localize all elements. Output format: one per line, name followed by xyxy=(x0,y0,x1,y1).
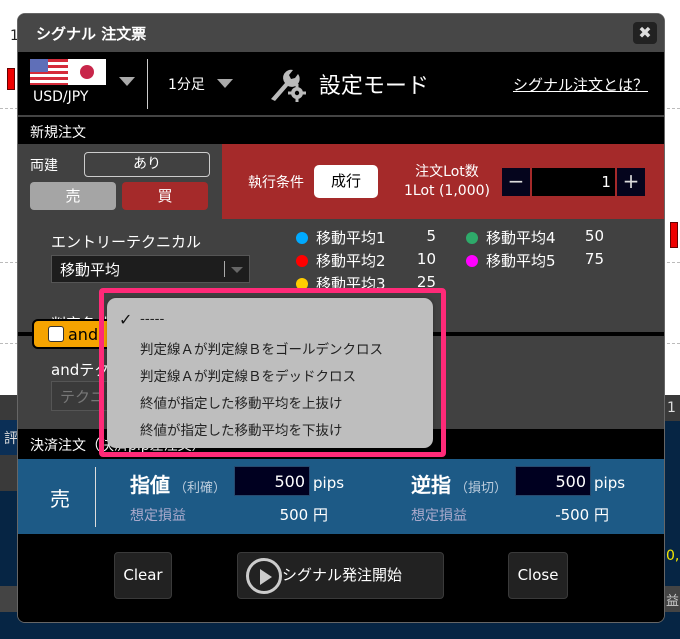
limit-pips-input[interactable]: 500 xyxy=(234,466,310,496)
lot-label: 注文Lot数 1Lot (1,000) xyxy=(404,163,490,201)
currency-pair-label: USD/JPY xyxy=(33,89,89,105)
dropdown-option[interactable]: 判定線Ａが判定線Ｂをデッドクロス xyxy=(140,365,356,385)
select-divider xyxy=(224,261,225,277)
start-signal-label: シグナル発注開始 xyxy=(282,566,403,584)
ma-period: 10 xyxy=(416,250,436,268)
dialog-titlebar[interactable]: シグナル 注文票 ✖ xyxy=(18,14,664,52)
lot-label-unit: 1Lot (1,000) xyxy=(404,182,490,199)
background-number: 1 xyxy=(664,395,680,421)
new-order-panel: 両建 あり 売 買 執行条件 成行 注文Lot数 1Lot (1,000) − … xyxy=(18,144,664,219)
and-label: and xyxy=(68,324,99,344)
background-candle xyxy=(670,222,678,248)
ma-name: 移動平均5 xyxy=(486,252,556,270)
limit-pl-value: 500 円 xyxy=(279,506,328,524)
lot-stepper: − 1 + xyxy=(501,167,645,196)
ma2-color-dot-icon xyxy=(296,254,308,267)
start-signal-button[interactable]: シグナル発注開始 xyxy=(237,552,444,599)
buy-button[interactable]: 買 xyxy=(122,182,208,210)
background-label: 益 xyxy=(664,586,680,612)
background-candle xyxy=(7,68,15,90)
us-flag-icon xyxy=(30,59,68,85)
ma-legend-item: 移動平均4 xyxy=(466,227,556,248)
limit-pl-label: 想定損益 xyxy=(130,508,186,524)
settlement-panel: 売 指値 （利確） 500 pips 想定損益 500 円 逆指 （損切） 500 … xyxy=(18,459,664,534)
background-value: 0, xyxy=(666,548,680,564)
clear-button[interactable]: Clear xyxy=(114,552,172,599)
ma-name: 移動平均4 xyxy=(486,229,556,247)
order-settings-block: 執行条件 成行 注文Lot数 1Lot (1,000) − 1 + xyxy=(222,144,664,219)
ma4-color-dot-icon xyxy=(466,231,478,244)
stop-subtitle: （損切） xyxy=(455,481,508,496)
dialog-title: シグナル 注文票 xyxy=(36,24,147,43)
lot-input[interactable]: 1 xyxy=(531,167,615,196)
ma-period: 50 xyxy=(584,227,604,245)
condition-dropdown-menu: ✓ ----- 判定線Ａが判定線Ｂをゴールデンクロス 判定線Ａが判定線Ｂをデッド… xyxy=(107,298,433,448)
entry-technical-select[interactable]: 移動平均 xyxy=(51,255,250,283)
hedging-toggle[interactable]: あり xyxy=(84,152,210,177)
lot-decrement-button[interactable]: − xyxy=(501,167,530,196)
wrench-gear-icon xyxy=(270,69,306,102)
signal-order-help-link[interactable]: シグナル注文とは？ xyxy=(513,74,648,95)
lot-increment-button[interactable]: + xyxy=(616,167,645,196)
stop-pips-input[interactable]: 500 xyxy=(515,466,591,496)
settings-mode-label: 設定モード xyxy=(318,73,429,99)
ma-name: 移動平均1 xyxy=(316,229,386,247)
limit-subtitle: （利確） xyxy=(174,481,227,496)
sell-button[interactable]: 売 xyxy=(30,182,116,210)
ma-period: 5 xyxy=(426,227,436,245)
close-icon[interactable]: ✖ xyxy=(633,22,657,44)
settings-mode: 設定モード xyxy=(267,66,429,102)
limit-title-text: 指値 xyxy=(130,473,170,497)
ma1-color-dot-icon xyxy=(296,231,308,244)
stop-pl-label: 想定損益 xyxy=(411,508,467,524)
toolbar: USD/JPY 1分足 設定モード シグナル注文とは？ xyxy=(18,52,664,117)
chevron-down-icon xyxy=(231,267,243,273)
play-icon xyxy=(246,558,282,594)
chevron-down-icon xyxy=(216,79,233,88)
currency-pair-selector[interactable]: USD/JPY xyxy=(18,51,135,116)
dropdown-option[interactable]: 終値が指定した移動平均を上抜け xyxy=(140,392,343,412)
toolbar-divider xyxy=(147,58,148,109)
dropdown-option[interactable]: 終値が指定した移動平均を下抜け xyxy=(140,419,343,439)
hedging-label: 両建 xyxy=(30,157,58,174)
dropdown-option[interactable]: 判定線Ａが判定線Ｂをゴールデンクロス xyxy=(140,338,383,358)
limit-title: 指値 （利確） xyxy=(130,469,226,498)
execution-condition-label: 執行条件 xyxy=(248,174,304,191)
entry-technical-label: エントリーテクニカル xyxy=(51,233,202,251)
ma-period: 75 xyxy=(584,250,604,268)
stop-title: 逆指 （損切） xyxy=(411,469,507,498)
settlement-divider xyxy=(95,467,96,527)
entry-technical-value: 移動平均 xyxy=(60,261,121,279)
close-button[interactable]: Close xyxy=(508,552,568,599)
ma5-color-dot-icon xyxy=(466,254,478,267)
execution-condition-button[interactable]: 成行 xyxy=(314,165,378,198)
timeframe-label: 1分足 xyxy=(168,76,205,93)
dropdown-option[interactable]: ----- xyxy=(140,311,164,327)
ma-legend-item: 移動平均2 xyxy=(296,250,386,271)
and-checkbox[interactable] xyxy=(48,326,64,342)
settlement-side: 売 xyxy=(50,487,70,511)
stop-pips-unit: pips xyxy=(594,474,626,492)
stop-title-text: 逆指 xyxy=(411,473,451,497)
ma-legend-item: 移動平均5 xyxy=(466,250,556,271)
new-order-heading: 新規注文 xyxy=(18,117,664,144)
dialog-footer: Clear シグナル発注開始 Close xyxy=(18,534,664,622)
stop-pl-value: -500 円 xyxy=(555,506,609,524)
jp-flag-icon xyxy=(68,59,106,85)
lot-label-title: 注文Lot数 xyxy=(415,163,479,180)
checkmark-icon: ✓ xyxy=(119,310,133,329)
limit-pips-unit: pips xyxy=(313,474,345,492)
chevron-down-icon[interactable] xyxy=(119,77,135,86)
ma-name: 移動平均2 xyxy=(316,252,386,270)
ma-legend-item: 移動平均1 xyxy=(296,227,386,248)
timeframe-selector[interactable]: 1分足 xyxy=(168,74,233,94)
